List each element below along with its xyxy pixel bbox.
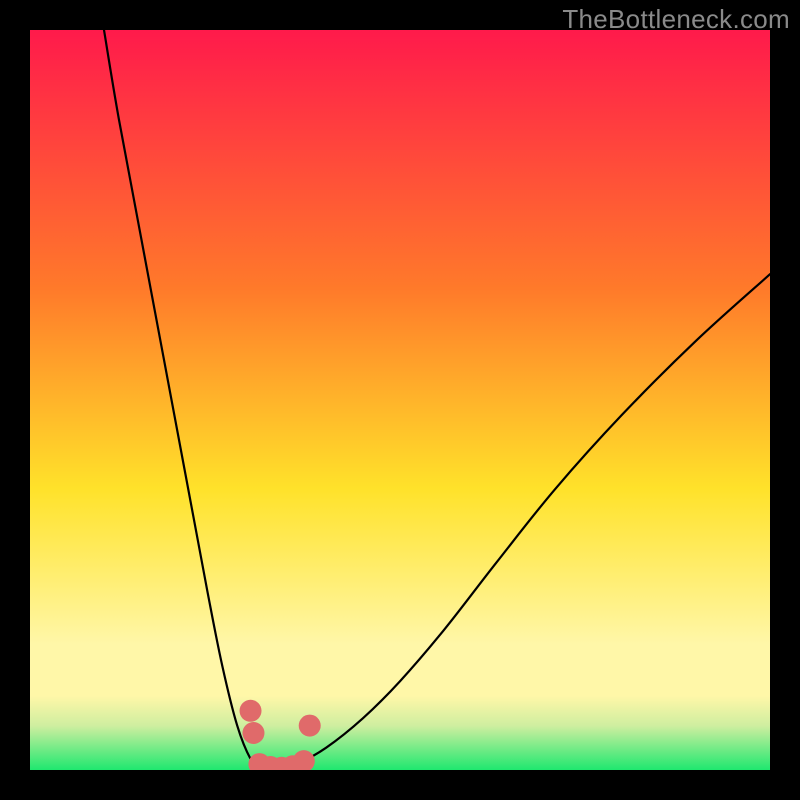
valley-marker — [242, 722, 264, 744]
watermark-text: TheBottleneck.com — [562, 4, 790, 35]
outer-frame: TheBottleneck.com — [0, 0, 800, 800]
plot-area — [30, 30, 770, 770]
gradient-background — [30, 30, 770, 770]
valley-marker — [240, 700, 262, 722]
valley-marker — [299, 715, 321, 737]
bottleneck-chart — [30, 30, 770, 770]
